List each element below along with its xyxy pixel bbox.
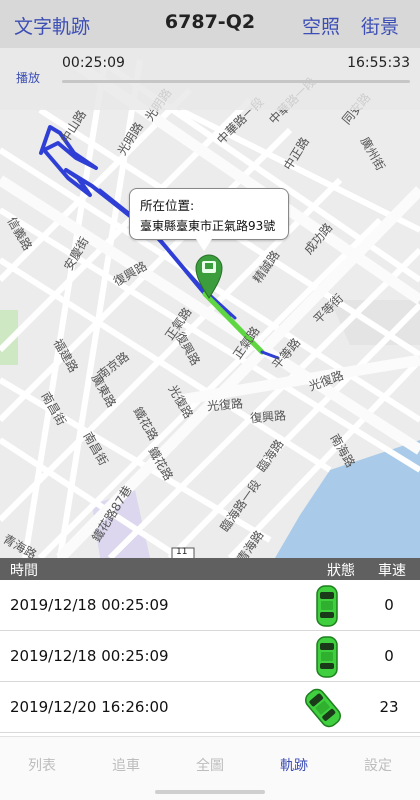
row-time: 2019/12/18 00:25:09 (10, 596, 169, 614)
row-time: 2019/12/18 00:25:09 (10, 647, 169, 665)
map-label: 復興路 (249, 408, 287, 426)
table-header: 時間 狀態 車速 (0, 558, 420, 580)
map-label: 光復路 (206, 396, 244, 414)
location-popup[interactable]: 所在位置: 臺東縣臺東市正氣路93號 (129, 188, 289, 240)
text-track-button[interactable]: 文字軌跡 (14, 12, 90, 39)
route-shield-label: 11 (176, 547, 188, 557)
table-row[interactable]: 2019/12/18 00:25:09 0 (0, 631, 420, 682)
playback-bar: 播放 00:25:09 16:55:33 (0, 48, 420, 110)
playback-end-time: 16:55:33 (347, 55, 410, 71)
nav-item-overview-map[interactable]: 全圖 (168, 755, 252, 775)
table-row[interactable]: 2019/12/18 00:25:09 0 (0, 580, 420, 631)
nav-item-track-vehicle[interactable]: 追車 (84, 755, 168, 775)
row-time: 2019/12/20 16:26:00 (10, 698, 169, 716)
car-moving-icon (305, 688, 341, 728)
row-speed: 0 (384, 596, 394, 614)
playback-start-time: 00:25:09 (62, 55, 125, 71)
column-header-speed: 車速 (378, 563, 406, 579)
column-header-time: 時間 (10, 563, 38, 579)
row-speed: 0 (384, 647, 394, 665)
row-speed: 23 (379, 698, 399, 716)
street-view-button[interactable]: 街景 (361, 12, 399, 39)
playback-slider[interactable] (62, 80, 410, 83)
car-stopped-icon (316, 585, 338, 627)
popup-pointer (196, 239, 212, 251)
nav-item-list[interactable]: 列表 (0, 755, 84, 775)
popup-heading: 所在位置: (140, 198, 195, 213)
top-bar: 文字軌跡 6787-Q2 空照 街景 (0, 0, 420, 48)
popup-address: 臺東縣臺東市正氣路93號 (140, 219, 276, 233)
nav-item-settings[interactable]: 設定 (336, 755, 420, 775)
car-stopped-icon (316, 636, 338, 678)
column-header-status: 狀態 (327, 563, 355, 579)
play-button[interactable]: 播放 (16, 69, 40, 86)
home-indicator (155, 790, 265, 794)
table-row[interactable]: 2019/12/20 16:26:00 23 (0, 682, 420, 733)
satellite-view-button[interactable]: 空照 (302, 12, 340, 39)
nav-item-trajectory[interactable]: 軌跡 (252, 755, 336, 775)
